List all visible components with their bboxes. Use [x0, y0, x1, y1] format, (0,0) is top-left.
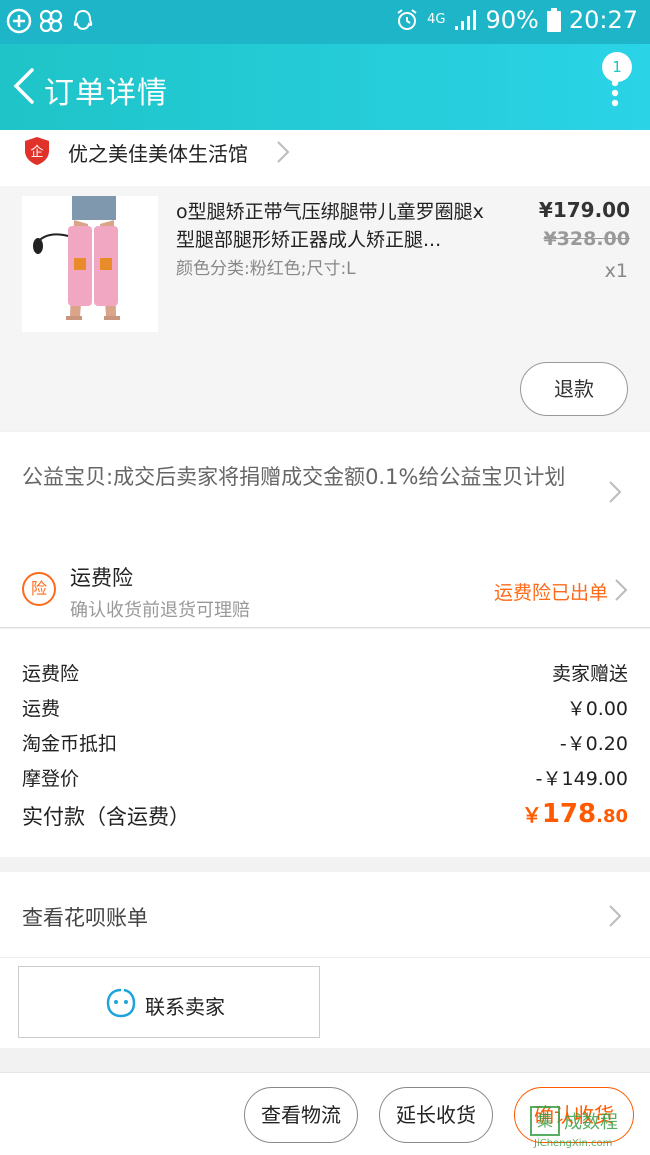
fee-summary: 运费险 卖家赠送 运费 ￥0.00 淘金币抵扣 -￥0.20 摩登价 -￥149…	[0, 629, 650, 857]
product-price: ¥179.00	[538, 198, 630, 222]
watermark-url: JiChengXin.com	[534, 1138, 613, 1149]
fee-row: 运费险 卖家赠送	[22, 659, 628, 689]
chevron-right-icon	[615, 579, 628, 601]
chevron-right-icon	[609, 481, 622, 503]
fee-row: 摩登价 -￥149.00	[22, 764, 628, 794]
chevron-right-icon	[609, 905, 622, 927]
shop-logo-icon: 企	[25, 137, 49, 165]
contact-seller-label: 联系卖家	[145, 995, 225, 1019]
battery-percent: 90%	[485, 6, 539, 34]
shipping-insurance-row[interactable]: 险 运费险 确认收货前退货可理赔 运费险已出单	[0, 542, 650, 628]
contact-seller-button[interactable]: 联系卖家	[18, 966, 320, 1038]
watermark-text: 成数程	[564, 1112, 618, 1133]
fee-label: 运费险	[22, 663, 80, 685]
fee-label: 运费	[22, 698, 61, 720]
flower-icon	[39, 9, 63, 33]
insurance-subtitle: 确认收货前退货可理赔	[70, 600, 250, 621]
charity-row[interactable]: 公益宝贝:成交后卖家将捐赠成交金额0.1%给公益宝贝计划	[0, 432, 650, 542]
watermark: 集 成数程 JiChengXin.com	[530, 1106, 646, 1152]
battery-icon	[546, 8, 561, 32]
order-item[interactable]: o型腿矫正带气压绑腿带儿童罗圈腿x型腿部腿形矫正器成人矫正腿... 颜色分类:粉…	[0, 186, 650, 430]
total-decimal: .80	[596, 806, 628, 827]
clock: 20:27	[568, 6, 638, 34]
chat-face-icon	[106, 988, 136, 1018]
fee-row: 淘金币抵扣 -￥0.20	[22, 729, 628, 759]
more-vertical-icon[interactable]	[610, 78, 620, 108]
page-title: 订单详情	[44, 76, 168, 111]
fee-value: -￥0.20	[559, 733, 628, 755]
insurance-title: 运费险	[70, 566, 133, 590]
insurance-status: 运费险已出单	[493, 582, 608, 604]
total-integer: 178	[541, 799, 597, 829]
total-amount: ￥178.80	[522, 799, 628, 829]
network-type: 4G	[427, 12, 446, 27]
fee-value: 卖家赠送	[551, 663, 628, 685]
product-thumbnail	[22, 196, 158, 332]
product-title: o型腿矫正带气压绑腿带儿童罗圈腿x型腿部腿形矫正器成人矫正腿...	[176, 201, 484, 251]
insurance-icon: 险	[22, 572, 56, 606]
svg-text:企: 企	[30, 144, 43, 160]
contact-section: 联系卖家	[0, 958, 650, 1048]
original-price: ¥328.00	[543, 228, 630, 250]
back-arrow-icon[interactable]	[10, 66, 40, 106]
shop-row[interactable]: 企 优之美佳美体生活馆	[0, 130, 650, 186]
status-bar: 4G 90% 20:27	[0, 0, 650, 44]
fee-value: ￥0.00	[566, 698, 628, 720]
total-paid: 实付款（含运费） ￥178.80	[22, 799, 628, 839]
huabei-bill-row[interactable]: 查看花呗账单	[0, 872, 650, 958]
extend-receipt-button[interactable]: 延长收货	[379, 1087, 493, 1143]
total-currency: ￥	[521, 803, 542, 827]
plus-circle-icon	[6, 8, 32, 34]
fee-label: 摩登价	[22, 768, 80, 790]
view-logistics-button[interactable]: 查看物流	[244, 1087, 358, 1143]
fee-label: 淘金币抵扣	[22, 733, 118, 755]
quantity: x1	[604, 260, 628, 282]
refund-button[interactable]: 退款	[520, 362, 628, 416]
total-label: 实付款（含运费）	[22, 805, 190, 829]
shop-name: 优之美佳美体生活馆	[68, 142, 248, 166]
qq-icon	[73, 9, 93, 31]
charity-text: 公益宝贝:成交后卖家将捐赠成交金额0.1%给公益宝贝计划	[22, 465, 566, 489]
nav-bar: 订单详情 1	[0, 44, 650, 130]
signal-icon	[455, 10, 477, 30]
watermark-logo: 集	[530, 1106, 560, 1136]
chevron-right-icon	[277, 141, 290, 163]
product-sku: 颜色分类:粉红色;尺寸:L	[176, 259, 356, 279]
fee-row: 运费 ￥0.00	[22, 694, 628, 724]
alarm-icon	[397, 9, 417, 30]
huabei-label: 查看花呗账单	[22, 906, 148, 930]
fee-value: -￥149.00	[535, 768, 628, 790]
